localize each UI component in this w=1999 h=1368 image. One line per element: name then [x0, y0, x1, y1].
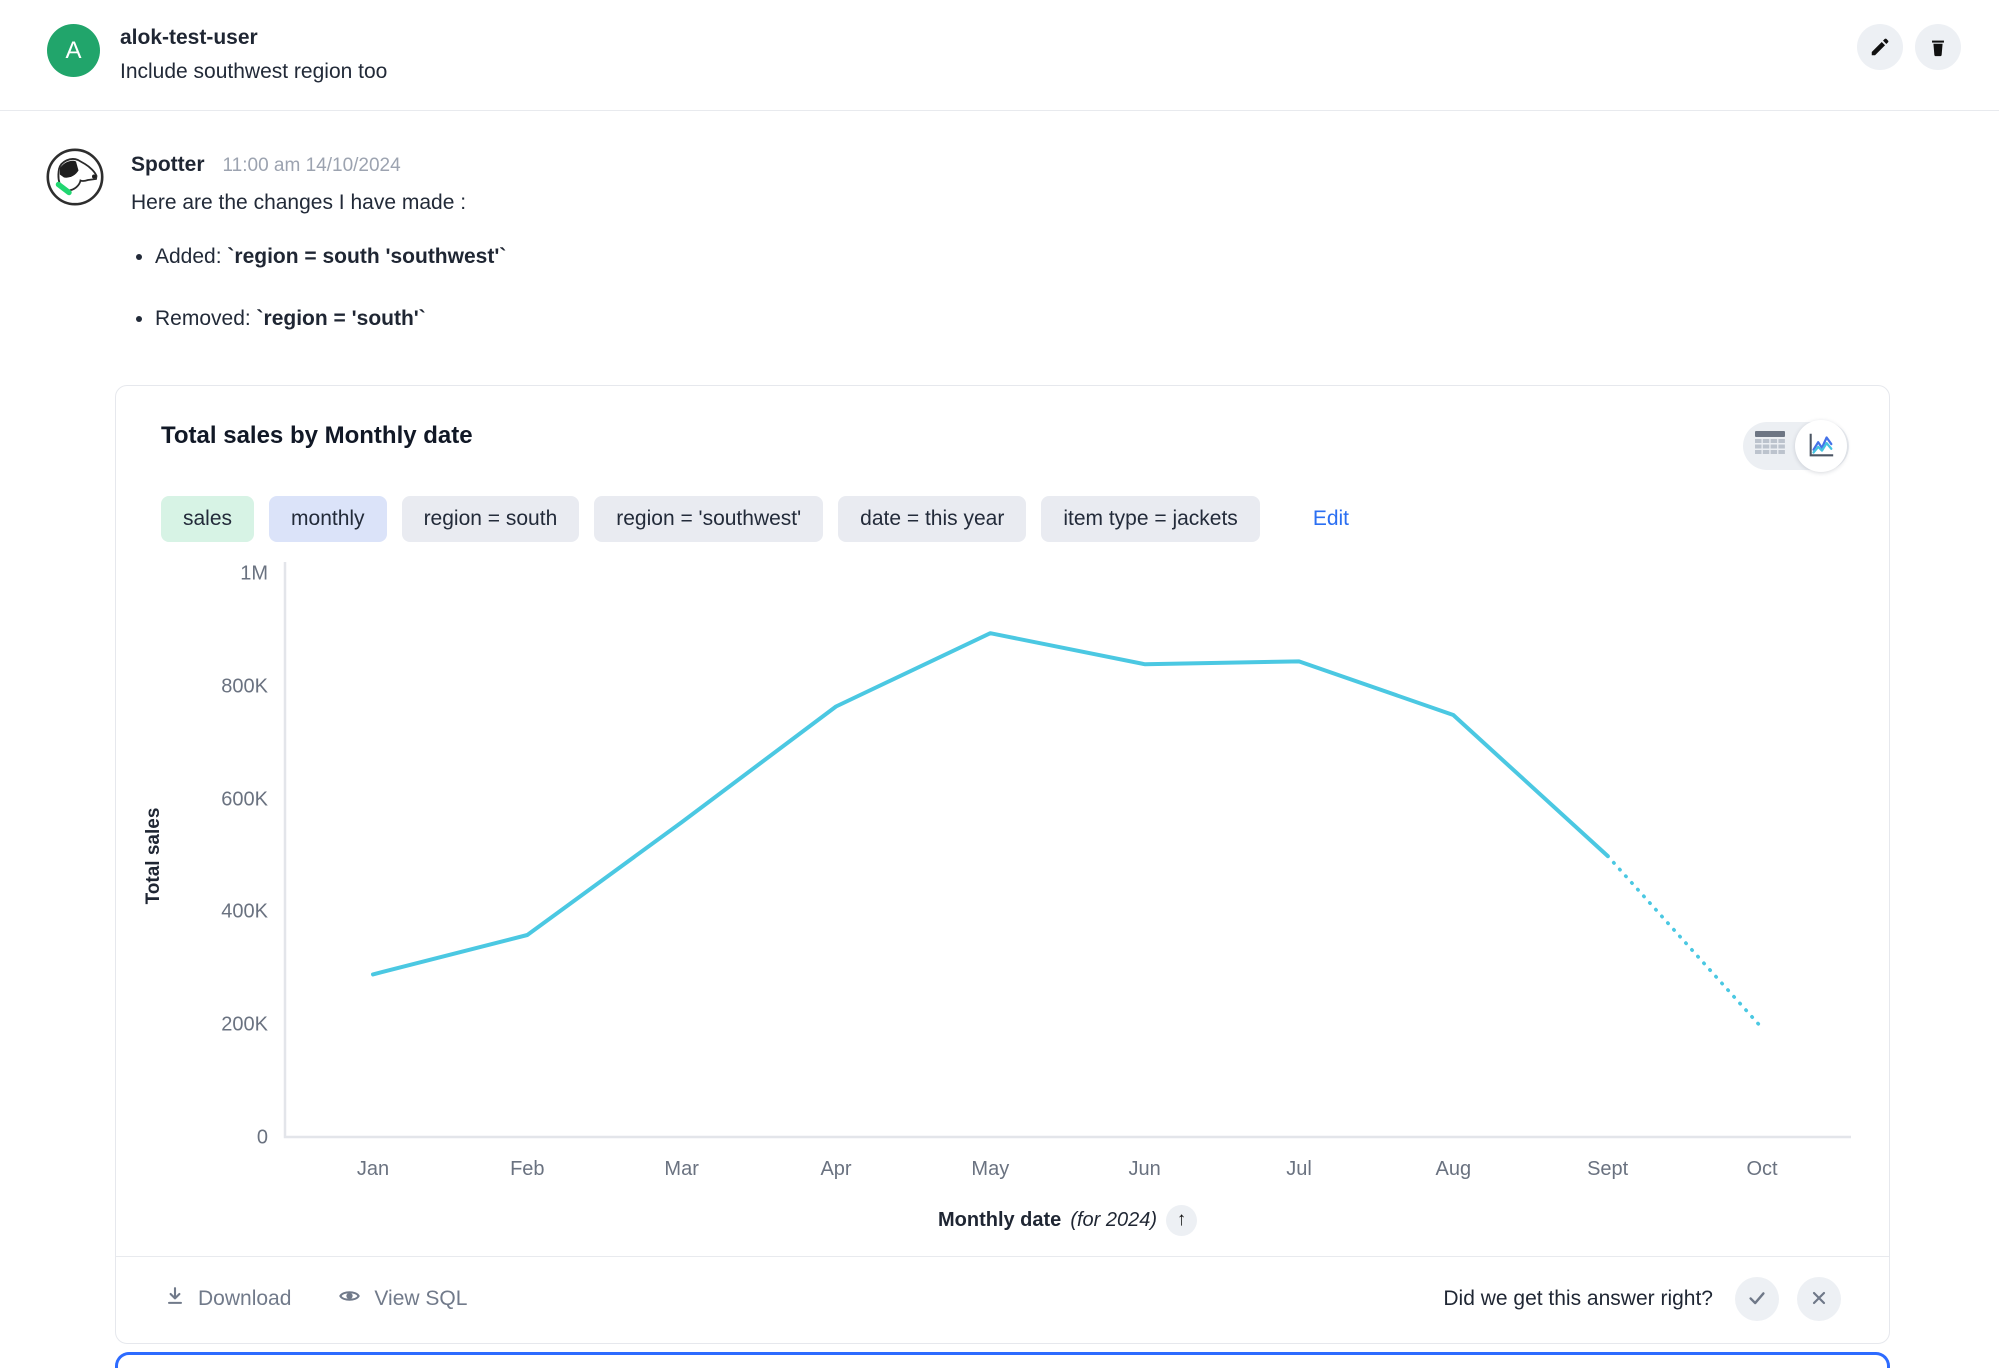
query-token-row: sales monthly region = south region = 's…: [116, 470, 1889, 542]
download-icon: [164, 1285, 186, 1313]
spotter-logo-icon: [45, 147, 105, 207]
table-icon: [1755, 431, 1785, 461]
chart-view-button[interactable]: [1795, 420, 1847, 472]
x-tick-label: Jun: [1128, 1158, 1161, 1180]
check-icon: [1746, 1287, 1768, 1312]
code-snippet: `region = 'south'`: [256, 307, 426, 330]
change-item-added: Added: `region = south 'southwest'`: [155, 245, 506, 269]
change-list: Added: `region = south 'southwest'` Remo…: [155, 245, 506, 331]
answer-card: Total sales by Monthly date sales monthl…: [115, 385, 1890, 1344]
sales-line-dotted: [1605, 854, 1764, 1030]
trash-icon: [1927, 36, 1949, 58]
chat-input-top-edge[interactable]: [115, 1352, 1890, 1368]
answer-correct-button[interactable]: [1735, 1277, 1779, 1321]
y-tick-label: 200K: [221, 1013, 268, 1036]
x-axis-subtitle: (for 2024): [1070, 1208, 1158, 1231]
assistant-intro-text: Here are the changes I have made :: [131, 191, 467, 214]
token-item-type-jackets[interactable]: item type = jackets: [1041, 496, 1260, 542]
assistant-name: Spotter: [131, 153, 205, 176]
x-tick-label: Jul: [1286, 1158, 1312, 1180]
x-tick-label: Mar: [664, 1158, 699, 1180]
y-axis-title: Total sales: [143, 807, 164, 905]
x-tick-label: Apr: [820, 1158, 852, 1180]
token-region-southwest[interactable]: region = 'southwest': [594, 496, 824, 542]
y-tick-label: 400K: [221, 900, 268, 923]
code-snippet: `region = south 'southwest'`: [227, 245, 507, 268]
view-toggle: [1743, 420, 1849, 472]
y-tick-label: 600K: [221, 788, 268, 811]
token-sales[interactable]: sales: [161, 496, 255, 542]
x-tick-label: Feb: [510, 1158, 545, 1180]
delete-message-button[interactable]: [1915, 24, 1961, 70]
assistant-message: Spotter 11:00 am 14/10/2024 Here are the…: [0, 111, 1999, 369]
x-tick-label: May: [971, 1158, 1010, 1180]
x-axis-title: Monthly date: [937, 1208, 1062, 1231]
token-region-south[interactable]: region = south: [401, 496, 580, 542]
line-chart: Total sales 1M 800K 600K 400K 200K 0 Jan Feb Ma…: [116, 562, 1889, 1242]
x-tick-label: Aug: [1435, 1158, 1472, 1180]
close-icon: [1809, 1288, 1829, 1311]
x-tick-label: Sept: [1587, 1158, 1629, 1180]
x-tick-label: Jan: [356, 1158, 390, 1180]
chart-title: Total sales by Monthly date: [161, 422, 473, 449]
avatar-initial: A: [65, 36, 82, 64]
line-chart-icon: [1806, 430, 1836, 463]
change-item-removed: Removed: `region = 'south'`: [155, 307, 506, 331]
edit-message-button[interactable]: [1857, 24, 1903, 70]
avatar: A: [47, 24, 100, 77]
view-sql-button[interactable]: View SQL: [337, 1285, 467, 1313]
arrow-up-icon: ↑: [1176, 1209, 1187, 1230]
download-button[interactable]: Download: [164, 1285, 291, 1313]
y-tick-label: 1M: [240, 562, 268, 585]
user-message: A alok-test-user Include southwest regio…: [0, 0, 1999, 84]
spotter-chat-page: A alok-test-user Include southwest regio…: [0, 0, 1999, 1368]
pencil-icon: [1869, 36, 1891, 58]
sort-ascending-button[interactable]: ↑: [1166, 1204, 1198, 1236]
y-tick-label: 800K: [221, 675, 268, 698]
sales-line-solid: [371, 631, 1610, 977]
edit-query-link[interactable]: Edit: [1313, 507, 1349, 531]
token-date-this-year[interactable]: date = this year: [838, 496, 1027, 542]
token-monthly[interactable]: monthly: [269, 496, 387, 542]
feedback-question: Did we get this answer right?: [1443, 1287, 1713, 1310]
user-message-text: Include southwest region too: [120, 60, 388, 83]
eye-icon: [337, 1285, 362, 1313]
card-footer: Download View SQL Did we get this answer…: [116, 1256, 1889, 1343]
username: alok-test-user: [120, 26, 258, 49]
y-tick-label: 0: [256, 1126, 268, 1149]
message-timestamp: 11:00 am 14/10/2024: [222, 155, 401, 176]
plot-area: [283, 562, 1851, 1139]
answer-wrong-button[interactable]: [1797, 1277, 1841, 1321]
x-tick-label: Oct: [1746, 1158, 1778, 1180]
table-view-button[interactable]: [1745, 422, 1795, 470]
x-axis-ticks: Jan Feb Mar Apr May Jun Jul Aug Sept Oct: [284, 1152, 1851, 1198]
y-axis-ticks: 1M 800K 600K 400K 200K 0: [192, 563, 284, 1149]
